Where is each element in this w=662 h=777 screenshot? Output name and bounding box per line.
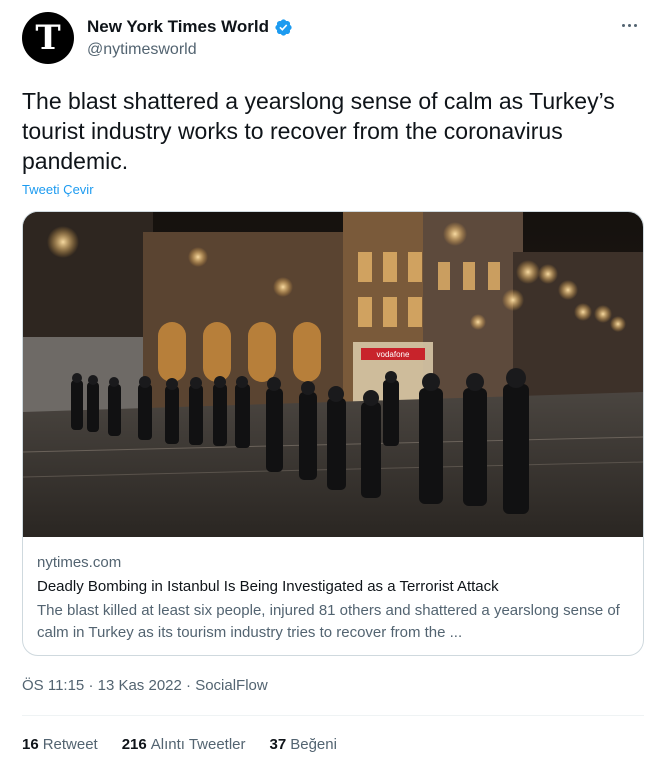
tweet-meta: ÖS 11:15 · 13 Kas 2022 · SocialFlow [22, 677, 268, 694]
divider [22, 715, 644, 716]
tweet-text: The blast shattered a yearslong sense of… [22, 88, 615, 174]
tweet-source[interactable]: SocialFlow [195, 677, 268, 694]
tweet: T New York Times World @nytimesworld The… [0, 0, 662, 777]
meta-separator: · [88, 677, 94, 694]
likes-stat[interactable]: 37 Beğeni [270, 736, 337, 753]
more-dot-icon [633, 23, 637, 27]
retweets-label: Retweet [42, 736, 98, 753]
likes-count: 37 [269, 736, 287, 753]
likes-label: Beğeni [290, 736, 337, 753]
card-title: Deadly Bombing in Istanbul Is Being Inve… [37, 578, 499, 595]
card-description: The blast killed at least six people, in… [37, 602, 620, 641]
more-dot-icon [627, 23, 631, 27]
tweet-date[interactable]: 13 Kas 2022 [98, 677, 182, 694]
tweet-stats: 16 Retweet 216 Alıntı Tweetler 37 Beğeni [22, 736, 337, 753]
retweets-stat[interactable]: 16 Retweet [22, 736, 98, 753]
retweets-count: 16 [22, 736, 39, 753]
more-options-button[interactable] [614, 14, 644, 36]
storefront-sign: vodafone [377, 350, 410, 359]
link-card[interactable]: vodafone nytimes.com Deadly Bombing in I… [22, 211, 644, 656]
more-dot-icon [621, 23, 625, 27]
tweet-time[interactable]: ÖS 11:15 [22, 677, 84, 694]
meta-separator: · [186, 677, 192, 694]
quote-tweets-stat[interactable]: 216 Alıntı Tweetler [122, 736, 246, 753]
author-block: New York Times World @nytimesworld [87, 17, 293, 59]
card-domain: nytimes.com [37, 554, 122, 571]
author-name[interactable]: New York Times World [87, 17, 269, 37]
translate-tweet-link[interactable]: Tweeti Çevir [22, 182, 94, 197]
avatar-letter: T [35, 18, 61, 58]
author-handle[interactable]: @nytimesworld [87, 41, 293, 59]
card-image: vodafone [23, 212, 643, 537]
quote-tweets-label: Alıntı Tweetler [150, 736, 246, 753]
author-name-row: New York Times World [87, 17, 293, 37]
avatar[interactable]: T [22, 12, 74, 64]
verified-badge-icon [275, 18, 292, 36]
quote-tweets-count: 216 [121, 736, 147, 753]
card-info: nytimes.com Deadly Bombing in Istanbul I… [37, 553, 629, 644]
